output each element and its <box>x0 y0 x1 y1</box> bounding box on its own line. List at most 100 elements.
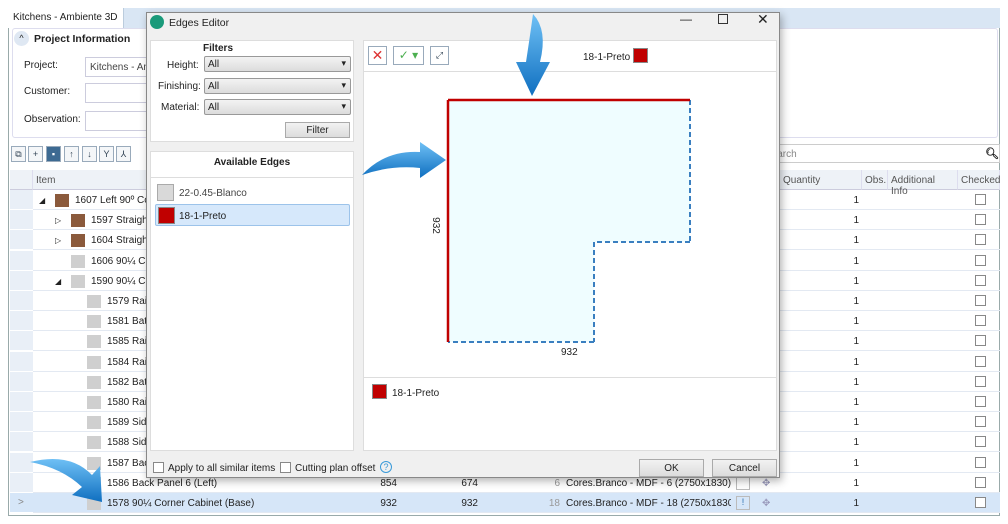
row-indicator[interactable] <box>10 270 33 291</box>
row-indicator[interactable] <box>10 331 33 352</box>
width-cell: 932 <box>461 498 478 509</box>
minimize-button[interactable]: — <box>680 12 692 26</box>
item-thumbnail-icon <box>87 315 101 329</box>
item-thumbnail-icon <box>87 497 101 510</box>
divider <box>363 377 777 378</box>
checked-checkbox[interactable] <box>975 396 986 407</box>
material-label: Material: <box>161 102 200 113</box>
item-thumbnail-icon <box>87 436 101 450</box>
collapse-node-icon[interactable]: ◢ <box>55 271 61 291</box>
collapse-icon[interactable]: ^ <box>14 31 29 46</box>
move-icon[interactable]: ✥ <box>762 493 770 513</box>
edge-name: 18-1-Preto <box>179 211 227 222</box>
column-checked[interactable]: Checked <box>958 170 1000 190</box>
checked-checkbox[interactable] <box>975 214 986 226</box>
legend-name: 18-1-Preto <box>392 388 440 399</box>
row-indicator[interactable] <box>10 412 33 433</box>
checked-checkbox[interactable] <box>975 315 986 327</box>
filter-button[interactable]: Filter <box>285 122 350 138</box>
quantity-cell: 1 <box>853 498 859 509</box>
row-indicator[interactable] <box>10 311 33 332</box>
checked-checkbox[interactable] <box>975 274 986 286</box>
quantity-cell: 1 <box>853 356 859 368</box>
edge-item-blanco[interactable]: 22-0.45-Blanco <box>155 183 350 203</box>
add-button[interactable]: + <box>28 146 43 162</box>
height-select[interactable]: All <box>204 56 351 72</box>
row-indicator[interactable]: > <box>10 493 33 513</box>
search-input[interactable]: Search <box>760 144 1000 163</box>
row-indicator[interactable] <box>10 190 33 210</box>
filters-title: Filters <box>203 43 234 54</box>
material-value: All <box>208 102 220 113</box>
item-thumbnail-icon <box>71 254 85 268</box>
material-select[interactable]: All <box>204 99 351 115</box>
warning-icon[interactable]: ! <box>736 496 750 510</box>
column-obs[interactable]: Obs. <box>862 170 888 190</box>
row-indicator[interactable] <box>10 291 33 311</box>
table-row[interactable]: 1578 90¼ Corner Cabinet (Base) 932 932 18 Co… <box>33 493 1000 513</box>
move-up-button[interactable]: ↑ <box>64 146 79 162</box>
row-indicator[interactable] <box>10 392 33 412</box>
current-edge-name: 18-1-Preto <box>583 52 631 63</box>
help-icon[interactable]: ? <box>380 461 392 473</box>
apply-edge-dropdown[interactable]: ✓ ▾ <box>393 46 424 65</box>
tab-kitchens[interactable]: Kitchens - Ambiente 3D <box>8 8 124 28</box>
checked-checkbox[interactable] <box>975 254 986 266</box>
cutting-offset-checkbox[interactable] <box>280 462 291 473</box>
checked-checkbox[interactable] <box>975 456 986 468</box>
expand-node-icon[interactable]: ▷ <box>55 230 61 250</box>
checked-checkbox[interactable] <box>975 476 986 488</box>
checked-checkbox[interactable] <box>975 436 986 448</box>
item-thumbnail-icon <box>71 214 85 228</box>
item-thumbnail-icon <box>55 194 69 207</box>
close-button[interactable]: ✕ <box>757 11 769 28</box>
row-indicator[interactable] <box>10 432 33 453</box>
quantity-cell: 1 <box>853 477 859 489</box>
item-label: 1578 90¼ Corner Cabinet (Base) <box>107 498 255 509</box>
cancel-button[interactable]: Cancel <box>712 459 777 477</box>
collapse-node-icon[interactable]: ◢ <box>39 190 45 210</box>
column-additional-info[interactable]: Additional Info <box>888 170 958 197</box>
checked-checkbox[interactable] <box>975 375 986 387</box>
expand-all-button[interactable]: ⧉ <box>11 146 26 162</box>
quantity-cell: 1 <box>853 316 859 328</box>
row-indicator[interactable] <box>10 250 33 271</box>
apply-all-label: Apply to all similar items <box>168 463 276 474</box>
item-thumbnail-icon <box>87 396 101 409</box>
row-indicator[interactable] <box>10 230 33 251</box>
checked-checkbox[interactable] <box>975 497 986 508</box>
row-indicator[interactable] <box>10 371 33 392</box>
row-indicator[interactable] <box>10 472 33 493</box>
finishing-select[interactable]: All <box>204 78 351 94</box>
row-indicator[interactable] <box>10 351 33 372</box>
merge-button[interactable]: Y <box>99 146 114 162</box>
legend-swatch <box>372 384 387 399</box>
split-button[interactable]: ⅄ <box>116 146 131 162</box>
edge-name: 22-0.45-Blanco <box>179 188 247 199</box>
current-edge-swatch <box>633 48 648 63</box>
rotate-icon[interactable]: ⤢ <box>430 46 449 65</box>
search-icon[interactable]: 🔍︎ <box>985 147 999 160</box>
row-indicator[interactable] <box>10 452 33 473</box>
quantity-cell: 1 <box>853 417 859 429</box>
checked-checkbox[interactable] <box>975 335 986 347</box>
checked-checkbox[interactable] <box>975 416 986 428</box>
expand-node-icon[interactable]: ▷ <box>55 210 61 230</box>
checked-checkbox[interactable] <box>975 295 986 306</box>
move-down-button[interactable]: ↓ <box>82 146 97 162</box>
quantity-cell: 1 <box>853 195 859 206</box>
panel-drawing <box>446 98 691 343</box>
remove-edge-button[interactable]: ✕ <box>368 46 387 65</box>
row-indicator[interactable] <box>10 210 33 231</box>
apply-all-checkbox[interactable] <box>153 462 164 473</box>
checked-checkbox[interactable] <box>975 234 986 246</box>
quantity-cell: 1 <box>853 255 859 267</box>
maximize-button[interactable] <box>718 14 728 24</box>
column-quantity[interactable]: Quantity <box>780 170 862 190</box>
edge-item-preto[interactable]: 18-1-Preto <box>155 204 350 226</box>
checked-checkbox[interactable] <box>975 355 986 367</box>
checked-checkbox[interactable] <box>975 194 986 205</box>
collapse-button[interactable]: ▪ <box>46 146 61 162</box>
edge-color-swatch <box>158 207 175 224</box>
ok-button[interactable]: OK <box>639 459 704 477</box>
